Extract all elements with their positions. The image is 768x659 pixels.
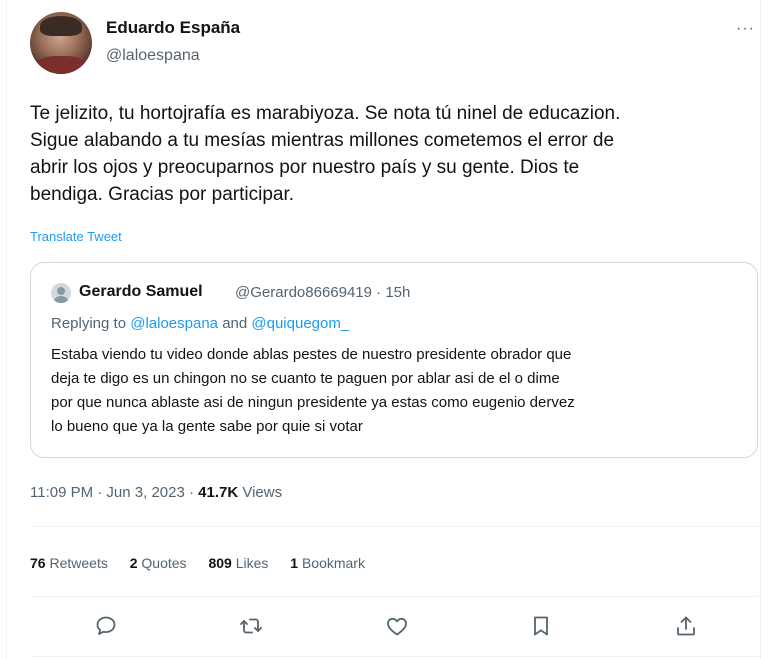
right-border	[760, 0, 761, 659]
divider	[30, 526, 758, 527]
tweet-text-line: Te jelizito, tu hortojrafía es marabiyoz…	[30, 103, 621, 124]
mention-quiquegom[interactable]: @quiquegom_	[251, 315, 349, 332]
retweet-icon[interactable]	[237, 612, 265, 640]
bookmark-icon[interactable]	[527, 612, 555, 640]
bookmarks-stat[interactable]: 1 Bookmark	[290, 555, 365, 571]
share-icon[interactable]	[672, 612, 700, 640]
tweet-stats: 76 Retweets 2 Quotes 809 Likes 1 Bookmar…	[30, 555, 383, 571]
quoted-text-line: lo bueno que ya la gente sabe por quie s…	[51, 418, 363, 435]
like-icon[interactable]	[383, 612, 411, 640]
tweet-text-line: abrir los ojos y preocuparnos por nuestr…	[30, 157, 580, 178]
divider	[30, 656, 758, 657]
mention-laloespana[interactable]: @laloespana	[130, 315, 218, 332]
quoted-author-meta: @Gerardo86669419 · 15h	[235, 284, 411, 301]
quoted-tweet[interactable]: Gerardo Samuel @Gerardo86669419 · 15h Re…	[30, 262, 758, 458]
time-date[interactable]: 11:09 PM · Jun 3, 2023 ·	[30, 484, 198, 501]
more-options-icon[interactable]: ···	[736, 20, 755, 38]
reply-icon[interactable]	[92, 612, 120, 640]
avatar[interactable]	[30, 12, 92, 74]
views-count: 41.7K	[198, 484, 239, 501]
author-name[interactable]: Eduardo España	[106, 18, 240, 38]
tweet-text: Te jelizito, tu hortojrafía es marabiyoz…	[30, 100, 745, 208]
translate-tweet-link[interactable]: Translate Tweet	[30, 229, 122, 244]
quoted-author-name: Gerardo Samuel	[79, 283, 203, 300]
tweet-text-line: Sigue alabando a tu mesías mientras mill…	[30, 130, 615, 151]
quoted-text-line: deja te digo es un chingon no se cuanto …	[51, 370, 560, 387]
views-label: Views	[242, 484, 283, 501]
quoted-avatar	[51, 283, 71, 303]
quoted-text-line: por que nunca ablaste asi de ningun pres…	[51, 394, 575, 411]
likes-stat[interactable]: 809 Likes	[208, 555, 268, 571]
quotes-stat[interactable]: 2 Quotes	[130, 555, 187, 571]
quoted-text: Estaba viendo tu video donde ablas peste…	[51, 343, 751, 439]
replying-to: Replying to @laloespana and @quiquegom_	[51, 315, 349, 332]
author-handle[interactable]: @laloespana	[106, 47, 200, 65]
tweet-text-line: bendiga. Gracias por participar.	[30, 184, 295, 205]
replying-prefix: Replying to	[51, 315, 127, 332]
left-border	[6, 0, 7, 659]
tweet-timestamp: 11:09 PM · Jun 3, 2023 · 41.7K Views	[30, 484, 282, 501]
divider	[30, 596, 758, 597]
retweets-stat[interactable]: 76 Retweets	[30, 555, 108, 571]
replying-and: and	[222, 315, 248, 332]
quoted-text-line: Estaba viendo tu video donde ablas peste…	[51, 346, 572, 363]
